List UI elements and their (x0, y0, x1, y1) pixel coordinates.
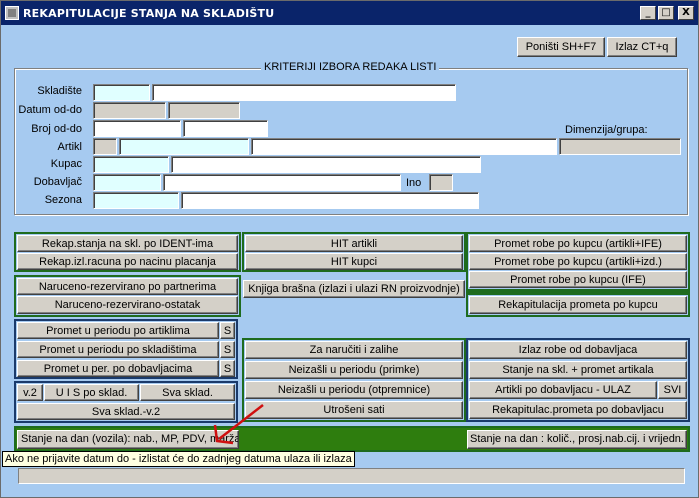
hit-artikli-button[interactable]: HIT artikli (245, 235, 463, 252)
close-button[interactable]: X (678, 6, 694, 20)
label-skladiste: Skladište (37, 85, 82, 97)
skladiste-name-input[interactable] (152, 84, 456, 101)
title-bar[interactable]: REKAPITULACIJE STANJA NA SKLADIŠTU _ □ X (1, 1, 698, 25)
artikl-code-input[interactable] (119, 138, 249, 155)
label-broj: Broj od-do (31, 123, 82, 135)
broj-od-input[interactable] (93, 120, 181, 137)
green-bar-divider (468, 289, 688, 295)
artikl-name-input[interactable] (251, 138, 557, 155)
sezona-code-input[interactable] (93, 192, 179, 209)
neizasli-primke-button[interactable]: Neizašli u periodu (primke) (245, 361, 463, 379)
dimenzija-input[interactable] (559, 138, 681, 155)
skladiste-code-input[interactable] (93, 84, 150, 101)
v2-button[interactable]: v.2 (17, 384, 43, 401)
broj-do-input[interactable] (183, 120, 268, 137)
label-sezona: Sezona (44, 194, 82, 206)
promet-kupcu-samo-ife-button[interactable]: Promet robe po kupcu (IFE) (469, 271, 687, 288)
kupac-name-input[interactable] (171, 156, 481, 173)
za-naruciti-button[interactable]: Za naručiti i zalihe (245, 341, 463, 359)
rekap-prometa-kupcu-button[interactable]: Rekapitulacija prometa po kupcu (469, 296, 687, 314)
utroseni-sati-button[interactable]: Utrošeni sati (245, 401, 463, 419)
promet-artikli-button[interactable]: Promet u periodu po artiklima (17, 322, 219, 339)
promet-skladista-s-button[interactable]: S (220, 341, 235, 358)
tooltip: Ako ne prijavite datum do - izlistat će … (2, 451, 355, 467)
izlaz-robe-button[interactable]: Izlaz robe od dobavljaca (469, 341, 687, 359)
neizasli-otpremnice-button[interactable]: Neizašli u periodu (otpremnice) (245, 381, 463, 399)
rekap-dobavljacu-button[interactable]: Rekapitulac.prometa po dobavljacu (469, 401, 687, 419)
label-artikl: Artikl (57, 141, 82, 153)
status-input[interactable] (18, 468, 685, 484)
naruceno-ostatak-button[interactable]: Naruceno-rezervirano-ostatak (17, 296, 238, 314)
exit-button[interactable]: Izlaz CT+q (607, 37, 677, 57)
window-title: REKAPITULACIJE STANJA NA SKLADIŠTU (23, 6, 275, 20)
red-arrow-icon (213, 404, 264, 445)
criteria-title: KRITERIJI IZBORA REDAKA LISTI (261, 61, 440, 73)
label-ino: Ino (406, 177, 422, 189)
datum-od-input[interactable] (93, 102, 166, 119)
promet-skladista-button[interactable]: Promet u periodu po skladištima (17, 341, 219, 358)
minimize-button[interactable]: _ (640, 6, 656, 20)
main-window: REKAPITULACIJE STANJA NA SKLADIŠTU _ □ X… (0, 0, 699, 498)
label-kupac: Kupac (50, 158, 82, 170)
maximize-button[interactable]: □ (658, 6, 674, 20)
dobavljac-name-input[interactable] (163, 174, 401, 191)
stanje-kolic-button[interactable]: Stanje na dan : količ., prosj.nab.cij. i… (467, 430, 687, 449)
artikli-dobavljacu-button[interactable]: Artikli po dobavljacu - ULAZ (469, 381, 657, 399)
promet-dobavljaci-button[interactable]: Promet u per. po dobavljacima (17, 360, 219, 377)
sezona-name-input[interactable] (181, 192, 479, 209)
ino-input[interactable] (429, 174, 453, 191)
knjiga-brasna-button[interactable]: Knjiga brašna (izlazi i ulazi RN proizvo… (243, 280, 465, 298)
cancel-button[interactable]: Poništi SH+F7 (517, 37, 605, 57)
label-dimenzija: Dimenzija/grupa: (565, 124, 648, 136)
naruceno-partner-button[interactable]: Naruceno-rezervirano po partnerima (17, 278, 238, 295)
hit-kupci-button[interactable]: HIT kupci (245, 253, 463, 270)
rekap-ident-button[interactable]: Rekap.stanja na skl. po IDENT-ima (17, 235, 238, 252)
kupac-code-input[interactable] (93, 156, 169, 173)
promet-kupcu-izd-button[interactable]: Promet robe po kupcu (artikli+izd.) (469, 253, 687, 270)
app-icon (5, 6, 19, 20)
label-datum: Datum od-do (18, 104, 82, 116)
promet-artikli-s-button[interactable]: S (220, 322, 235, 339)
svi-button[interactable]: SVI (658, 381, 687, 399)
label-dobavljac: Dobavljač (33, 176, 82, 188)
promet-dobavljaci-s-button[interactable]: S (220, 360, 235, 377)
stanje-promet-button[interactable]: Stanje na skl. + promet artikala (469, 361, 687, 379)
artikl-prefix-input[interactable] (93, 138, 117, 155)
dobavljac-code-input[interactable] (93, 174, 161, 191)
rekap-izl-racuna-button[interactable]: Rekap.izl.racuna po nacinu placanja (17, 253, 238, 270)
uis-sklad-button[interactable]: U I S po sklad. (44, 384, 139, 401)
datum-do-input[interactable] (168, 102, 240, 119)
promet-kupcu-ife-button[interactable]: Promet robe po kupcu (artikli+IFE) (469, 235, 687, 252)
